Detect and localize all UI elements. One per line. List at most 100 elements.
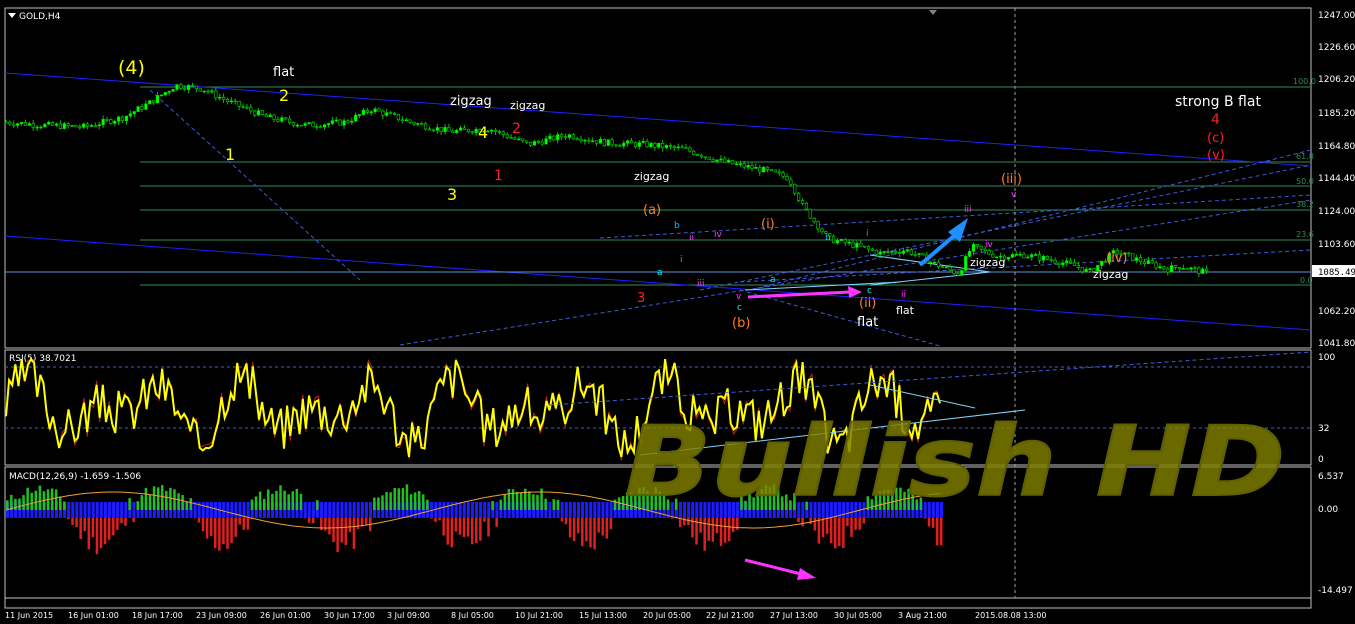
candle-body [1205,269,1208,271]
macd-blue-bar [328,502,331,518]
candle-body [358,115,361,116]
macd-blue-bar [483,502,486,518]
candle-body [1163,267,1166,269]
macd-blue-bar [336,502,339,518]
macd-histogram-bar [573,518,576,541]
candle-body [615,145,618,146]
macd-blue-bar [606,502,609,518]
macd-blue-bar [222,502,225,518]
macd-blue-bar [324,502,327,518]
candle-body [327,124,330,125]
candle-body [588,140,591,141]
macd-histogram-bar [26,488,29,510]
macd-histogram-bar [475,518,478,543]
macd-blue-bar [581,502,584,518]
candle-body [366,110,369,112]
macd-histogram-bar [283,491,286,510]
svg-text:23.6: 23.6 [1296,230,1314,239]
macd-blue-bar [320,502,323,518]
macd-histogram-bar [259,492,262,510]
dropdown-icon[interactable] [8,13,16,18]
candle-body [622,143,625,146]
svg-text:c: c [867,286,872,296]
macd-histogram-bar [589,518,592,547]
svg-text:1: 1 [225,145,235,164]
macd-blue-bar [565,502,568,518]
macd-histogram-bar [708,518,711,541]
macd-histogram-bar [434,518,437,522]
candle-body [393,113,396,114]
macd-histogram-bar [565,518,568,524]
candle-body [106,119,109,120]
macd-histogram-bar [255,496,257,510]
candle-body [972,244,975,251]
candle-body [533,141,536,145]
candle-body [180,85,183,89]
macd-histogram-bar [504,494,507,510]
macd-blue-bar [345,502,348,518]
svg-text:v: v [736,292,742,302]
macd-histogram-bar [495,518,498,527]
time-axis-label: 3 Jul 09:00 [387,611,430,620]
candle-body [1019,254,1022,255]
candle-body [560,135,563,137]
candle-body [67,124,70,126]
macd-blue-bar [210,502,213,518]
candle-body [1186,268,1189,269]
candle-body [385,113,388,116]
candle-body [1194,268,1197,269]
price-scale: 1247.00 1226.60 1206.20 1185.20 1164.80 … [1318,11,1355,349]
candle-body [55,124,58,125]
candle-body [370,112,373,113]
candle-body [1046,256,1049,259]
candle-body [36,127,39,128]
candle-body [1058,263,1061,265]
macd-arrow [745,560,816,580]
macd-blue-bar [585,502,588,518]
macd-histogram-bar [145,488,148,510]
candle-body [650,143,653,146]
macd-histogram-bar [108,518,111,540]
candle-body [700,155,703,157]
candle-body [836,241,839,243]
macd-histogram-bar [67,518,70,519]
candle-body [735,164,738,165]
candle-body [646,141,649,146]
svg-text:1164.80: 1164.80 [1318,142,1355,152]
candle-body [1065,261,1068,263]
macd-histogram-bar [438,518,441,520]
shift-marker-icon[interactable] [929,10,937,15]
macd-histogram-bar [132,518,135,522]
svg-text:(ii): (ii) [859,296,876,311]
macd-histogram-bar [173,489,176,510]
symbol-label: GOLD,H4 [19,12,61,22]
candle-body [1198,268,1201,274]
macd-histogram-bar [455,518,458,532]
candle-body [288,119,291,122]
candle-body [887,251,890,252]
macd-histogram-bar [357,518,360,529]
candle-body [448,127,451,131]
candle-body [1015,254,1018,255]
svg-text:1: 1 [494,168,503,184]
macd-histogram-bar [728,518,731,541]
candle-body [879,252,882,254]
candle-body [727,160,730,162]
candle-body [689,148,692,151]
macd-histogram-bar [287,494,290,510]
macd-histogram-bar [202,518,205,531]
time-axis-label: 15 Jul 13:00 [579,611,627,620]
candle-body [249,107,252,111]
candle-body [1073,263,1076,266]
candle-body [413,122,416,124]
candle-body [94,125,97,126]
macd-histogram-bar [104,518,107,544]
svg-text:0.00: 0.00 [1318,505,1338,515]
nav-bar[interactable] [5,598,1311,608]
candle-body [242,106,245,107]
svg-text:(c): (c) [1207,131,1224,146]
candle-body [1011,254,1014,257]
macd-histogram-bar [671,518,674,519]
candle-body [692,151,695,154]
candle-body [696,154,699,155]
